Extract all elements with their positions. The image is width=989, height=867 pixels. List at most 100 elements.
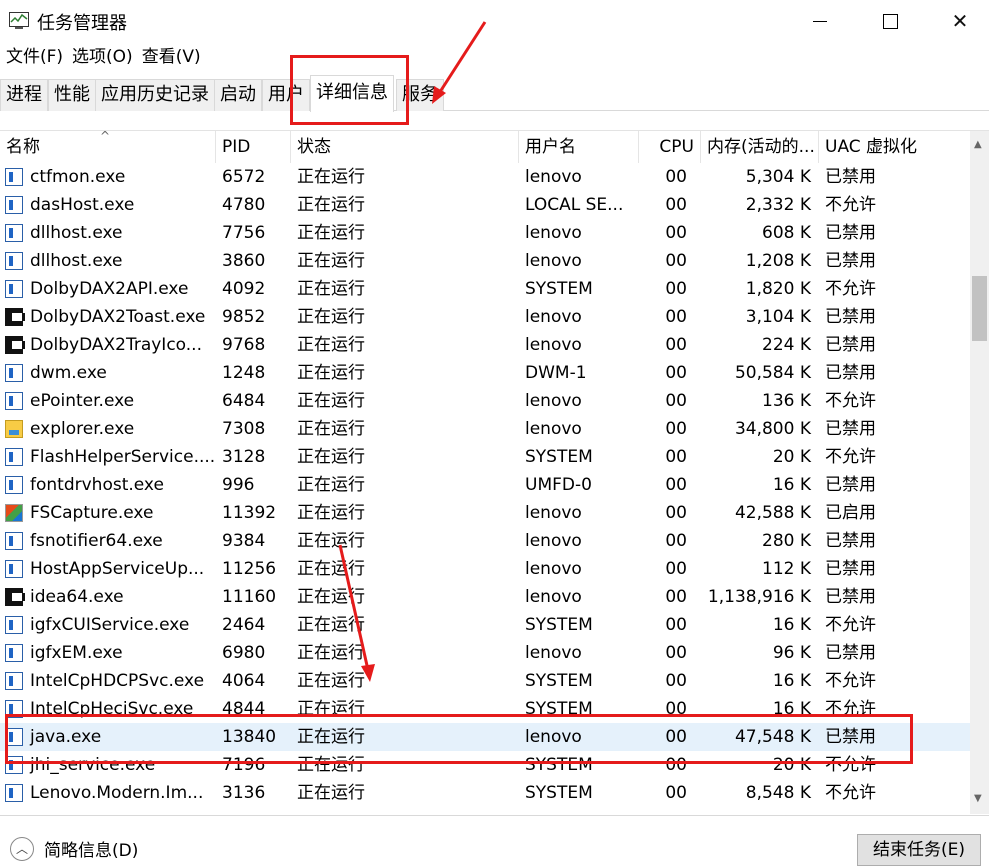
cell-cpu: 00 (665, 559, 687, 579)
cell-mem: 16 K (772, 475, 811, 495)
process-row[interactable]: FlashHelperService.... 3128 正在运行 SYSTEM 00 20… (0, 443, 970, 471)
process-row[interactable]: fsnotifier64.exe 9384 正在运行 lenovo 00 280 K 已禁用 (0, 527, 970, 555)
menu-bar: 文件(F) 选项(O) 查看(V) (0, 42, 989, 72)
cell-name: fontdrvhost.exe (30, 475, 164, 495)
process-row[interactable]: explorer.exe 7308 正在运行 lenovo 00 34,800 K 已禁用 (0, 415, 970, 443)
cell-mem: 136 K (762, 391, 811, 411)
cell-uac: 已禁用 (825, 335, 876, 355)
cell-name: Lenovo.Modern.Im... (30, 783, 204, 803)
cell-pid: 3128 (222, 447, 266, 467)
menu-view[interactable]: 查看(V) (138, 42, 205, 72)
cell-name: dllhost.exe (30, 251, 123, 271)
cell-pid: 6980 (222, 643, 266, 663)
tab-performance[interactable]: 性能 (48, 79, 96, 111)
cell-status: 正在运行 (297, 251, 365, 271)
process-row[interactable]: fontdrvhost.exe 996 正在运行 UMFD-0 00 16 K 已禁用 (0, 471, 970, 499)
menu-options[interactable]: 选项(O) (68, 42, 137, 72)
cell-user: SYSTEM (525, 615, 593, 635)
column-header-user[interactable]: 用户名 (519, 131, 639, 163)
cell-user: lenovo (525, 419, 582, 439)
process-row[interactable]: dasHost.exe 4780 正在运行 LOCAL SE... 00 2,332 K 不… (0, 191, 970, 219)
column-header-name[interactable]: 名称 ^ (0, 131, 216, 163)
cell-user: lenovo (525, 391, 582, 411)
scrollbar-thumb[interactable] (972, 276, 987, 341)
cell-uac: 已禁用 (825, 223, 876, 243)
sort-ascending-icon: ^ (100, 131, 111, 143)
process-row[interactable]: DolbyDAX2API.exe 4092 正在运行 SYSTEM 00 1,820 K 不… (0, 275, 970, 303)
cell-status: 正在运行 (297, 279, 365, 299)
tab-startup[interactable]: 启动 (214, 79, 262, 111)
cell-name: IntelCpHDCPSvc.exe (30, 671, 205, 691)
process-row[interactable]: HostAppServiceUp... 11256 正在运行 lenovo 00 112 … (0, 555, 970, 583)
process-row[interactable]: FSCapture.exe 11392 正在运行 lenovo 00 42,588 K 已启… (0, 499, 970, 527)
cell-uac: 不允许 (825, 279, 876, 299)
cell-name: dwm.exe (30, 363, 107, 383)
cell-pid: 9768 (222, 335, 266, 355)
process-row[interactable]: Lenovo.Modern.Im... 3136 正在运行 SYSTEM 00 8,548… (0, 779, 970, 807)
cell-pid: 11160 (222, 587, 277, 607)
process-row[interactable]: dllhost.exe 7756 正在运行 lenovo 00 608 K 已禁用 (0, 219, 970, 247)
tab-app-history[interactable]: 应用历史记录 (95, 79, 215, 111)
process-row[interactable]: IntelCpHDCPSvc.exe 4064 正在运行 SYSTEM 00 16 K 不允… (0, 667, 970, 695)
fewer-details-button[interactable]: ︿ 简略信息(D) (10, 836, 138, 861)
minimize-button[interactable] (785, 0, 855, 42)
fewer-details-label: 简略信息(D) (44, 841, 139, 861)
column-header-pid[interactable]: PID (216, 131, 291, 163)
scroll-down-icon[interactable]: ▼ (974, 793, 982, 804)
process-row[interactable]: dwm.exe 1248 正在运行 DWM-1 00 50,584 K 已禁用 (0, 359, 970, 387)
menu-file[interactable]: 文件(F) (2, 42, 67, 72)
cell-status: 正在运行 (297, 503, 365, 523)
cell-status: 正在运行 (297, 167, 365, 187)
cell-status: 正在运行 (297, 195, 365, 215)
cell-uac: 不允许 (825, 195, 876, 215)
vertical-scrollbar[interactable]: ▲ ▼ (970, 131, 989, 814)
cell-status: 正在运行 (297, 783, 365, 803)
cell-pid: 9384 (222, 531, 266, 551)
cell-cpu: 00 (665, 503, 687, 523)
process-row[interactable]: idea64.exe 11160 正在运行 lenovo 00 1,138,916 K 已禁… (0, 583, 970, 611)
cell-uac: 已禁用 (825, 363, 876, 383)
process-row[interactable]: dllhost.exe 3860 正在运行 lenovo 00 1,208 K 已禁用 (0, 247, 970, 275)
tab-processes[interactable]: 进程 (0, 79, 48, 111)
cell-pid: 1248 (222, 363, 266, 383)
cell-pid: 9852 (222, 307, 266, 327)
cell-name: fsnotifier64.exe (30, 531, 163, 551)
cell-mem: 3,104 K (745, 307, 811, 327)
annotation-box-java-row (5, 714, 913, 764)
cell-uac: 已禁用 (825, 419, 876, 439)
process-row[interactable]: igfxCUIService.exe 2464 正在运行 SYSTEM 00 16 K 不允… (0, 611, 970, 639)
column-header-uac[interactable]: UAC 虚拟化 (819, 131, 970, 163)
cell-mem: 20 K (772, 447, 811, 467)
scroll-up-icon[interactable]: ▲ (974, 139, 982, 150)
cell-name: ePointer.exe (30, 391, 135, 411)
cell-pid: 6572 (222, 167, 266, 187)
process-row[interactable]: igfxEM.exe 6980 正在运行 lenovo 00 96 K 已禁用 (0, 639, 970, 667)
maximize-button[interactable] (855, 0, 925, 42)
process-row[interactable]: ePointer.exe 6484 正在运行 lenovo 00 136 K 不允许 (0, 387, 970, 415)
column-header-memory[interactable]: 内存(活动的... (701, 131, 819, 163)
cell-status: 正在运行 (297, 363, 365, 383)
column-header-cpu[interactable]: CPU (639, 131, 701, 163)
tab-details[interactable]: 详细信息 (310, 75, 394, 112)
close-button[interactable]: ✕ (925, 0, 989, 42)
cell-uac: 已禁用 (825, 559, 876, 579)
cell-cpu: 00 (665, 587, 687, 607)
process-row[interactable]: DolbyDAX2TrayIco... 9768 正在运行 lenovo 00 224 K… (0, 331, 970, 359)
cell-mem: 224 K (762, 335, 811, 355)
cell-pid: 4092 (222, 279, 266, 299)
cell-user: LOCAL SE... (525, 195, 624, 215)
column-header-status[interactable]: 状态 (291, 131, 519, 163)
cell-mem: 2,332 K (745, 195, 811, 215)
cell-status: 正在运行 (297, 335, 365, 355)
end-task-button[interactable]: 结束任务(E) (857, 834, 981, 866)
cell-status: 正在运行 (297, 587, 365, 607)
cell-user: SYSTEM (525, 783, 593, 803)
process-row[interactable]: ctfmon.exe 6572 正在运行 lenovo 00 5,304 K 已禁用 (0, 163, 970, 191)
cell-cpu: 00 (665, 391, 687, 411)
cell-user: SYSTEM (525, 279, 593, 299)
process-row[interactable]: DolbyDAX2Toast.exe 9852 正在运行 lenovo 00 3,104 … (0, 303, 970, 331)
task-manager-icon (9, 12, 29, 29)
cell-cpu: 00 (665, 615, 687, 635)
close-icon: ✕ (951, 9, 969, 33)
cell-mem: 42,588 K (734, 503, 811, 523)
